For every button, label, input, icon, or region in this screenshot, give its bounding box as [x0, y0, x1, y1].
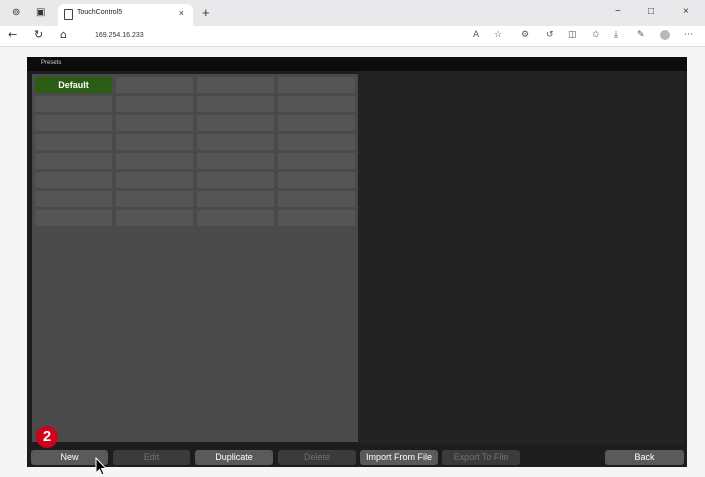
tab-title: TouchControl5 [77, 9, 123, 16]
preset-slot-empty[interactable] [116, 134, 193, 150]
home-icon[interactable]: ⌂ [60, 28, 67, 41]
split-screen-icon[interactable]: ◫ [568, 30, 577, 40]
preset-slot-empty[interactable] [197, 77, 274, 93]
extension-icon[interactable]: ⚙ [521, 30, 529, 40]
preset-slot-empty[interactable] [116, 153, 193, 169]
tab-bar: ⊚ ▣ TouchControl5 × + − □ × [0, 0, 705, 26]
preset-slot-default[interactable]: Default [35, 77, 112, 93]
mouse-cursor-icon [95, 457, 107, 476]
preset-slot-empty[interactable] [278, 77, 355, 93]
preset-slot-empty[interactable] [35, 115, 112, 131]
preview-panel [358, 71, 684, 444]
import-from-file-button[interactable]: Import From File [360, 450, 438, 465]
preset-slot-empty[interactable] [35, 191, 112, 207]
favorites-icon[interactable]: ✩ [592, 30, 600, 40]
duplicate-button[interactable]: Duplicate [195, 450, 273, 465]
back-button[interactable]: Back [605, 450, 684, 465]
page-title: Presets [41, 60, 62, 66]
preset-slot-empty[interactable] [278, 191, 355, 207]
preset-slot-empty[interactable] [35, 172, 112, 188]
tab-actions-icon[interactable]: ▣ [36, 7, 45, 19]
preset-slot-empty[interactable] [278, 153, 355, 169]
preset-slot-empty[interactable] [35, 134, 112, 150]
preset-slot-empty[interactable] [278, 96, 355, 112]
step-badge: 2 [36, 426, 58, 448]
preset-slot-empty[interactable] [35, 153, 112, 169]
preset-slot-empty[interactable] [197, 96, 274, 112]
refresh-icon[interactable]: ↻ [34, 28, 43, 41]
preset-slot-empty[interactable] [197, 191, 274, 207]
preset-slot-empty[interactable] [116, 172, 193, 188]
read-aloud-icon[interactable]: A [473, 30, 479, 40]
workspaces-icon[interactable]: ⊚ [12, 7, 20, 19]
preset-slot-empty[interactable] [35, 210, 112, 226]
url-field[interactable]: 169.254.16.233 [85, 29, 700, 43]
preset-slot-empty[interactable] [116, 96, 193, 112]
page-icon [64, 9, 73, 20]
download-icon[interactable]: ⤓ [614, 30, 618, 40]
app-header: Presets [27, 57, 687, 71]
preset-slot-empty[interactable] [197, 153, 274, 169]
url-text: 169.254.16.233 [95, 32, 144, 39]
preset-slot-empty[interactable] [197, 210, 274, 226]
browser-tab[interactable]: TouchControl5 × [58, 4, 193, 26]
browser-window: ⊚ ▣ TouchControl5 × + − □ × ← ↻ ⌂ 169.25… [0, 0, 705, 477]
copilot-icon[interactable]: ✎ [637, 30, 645, 40]
tab-close-button[interactable]: × [179, 8, 184, 18]
preset-slot-empty[interactable] [278, 172, 355, 188]
new-tab-button[interactable]: + [202, 5, 210, 20]
preset-grid: Default 2 [32, 74, 358, 448]
close-window-button[interactable]: × [683, 6, 689, 17]
edit-button[interactable]: Edit [113, 450, 190, 465]
more-icon[interactable]: ⋯ [684, 30, 693, 40]
preset-slot-empty[interactable] [35, 96, 112, 112]
maximize-button[interactable]: □ [648, 6, 654, 17]
profile-icon[interactable] [660, 30, 670, 40]
touchcontrol-app: Presets Default 2 New Edit Duplicate Del… [27, 57, 687, 467]
delete-button[interactable]: Delete [278, 450, 356, 465]
preset-slot-empty[interactable] [278, 210, 355, 226]
preset-slot-empty[interactable] [197, 172, 274, 188]
preset-slot-empty[interactable] [278, 134, 355, 150]
preset-slot-empty[interactable] [197, 115, 274, 131]
preset-slot-empty[interactable] [278, 115, 355, 131]
preset-slot-empty[interactable] [197, 134, 274, 150]
minimize-button[interactable]: − [615, 6, 621, 17]
back-arrow-icon[interactable]: ← [8, 28, 17, 41]
refresh-icon[interactable]: ↺ [546, 30, 554, 40]
address-bar: ← ↻ ⌂ 169.254.16.233 A ☆ ⚙ ↺ ◫ ✩ ⤓ ✎ ⋯ [0, 26, 705, 47]
preset-slot-empty[interactable] [116, 77, 193, 93]
export-to-file-button[interactable]: Export To File [442, 450, 520, 465]
favorite-star-icon[interactable]: ☆ [494, 30, 502, 40]
preset-slot-empty[interactable] [116, 191, 193, 207]
preset-slot-empty[interactable] [116, 210, 193, 226]
preset-slot-empty[interactable] [116, 115, 193, 131]
